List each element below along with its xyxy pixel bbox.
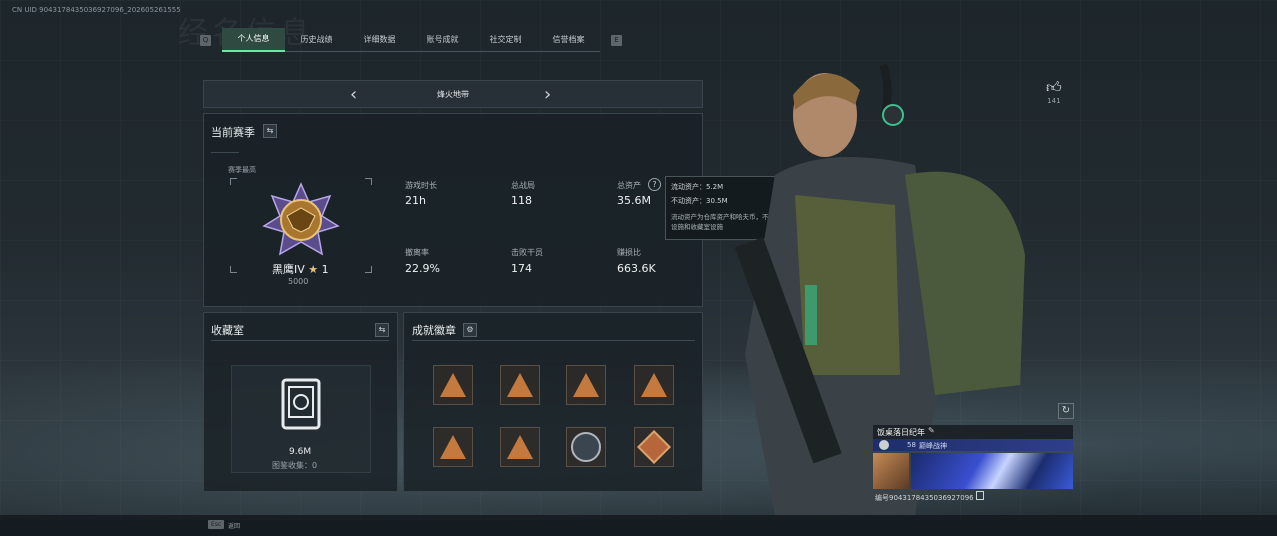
stat-label: 游戏时长 (405, 181, 437, 190)
tab-history[interactable]: 历史战绩 (285, 29, 348, 52)
triangle-badge-icon (573, 373, 599, 397)
like-count: 141 (1047, 97, 1061, 105)
triangle-badge-icon (440, 435, 466, 459)
card-header: 饭桌落日纪年 ✎ (873, 425, 1073, 439)
tab-achievements[interactable]: 账号成就 (411, 29, 474, 52)
tab-social[interactable]: 社交定制 (474, 29, 537, 52)
help-icon[interactable]: ? (648, 178, 661, 191)
badges-title: 成就徽章 (412, 324, 456, 337)
achievement-badge[interactable] (433, 427, 473, 467)
star-icon: ★ (308, 263, 319, 276)
like-button[interactable]: 👍︎ 141 (1046, 78, 1062, 105)
mode-selector: ‹ 烽火地带 › (203, 80, 703, 108)
stat-label: 总战局 (511, 181, 535, 190)
next-tab-key[interactable]: E (611, 34, 622, 46)
triangle-badge-icon (507, 435, 533, 459)
achievement-badge[interactable] (566, 427, 606, 467)
triangle-badge-icon (507, 373, 533, 397)
display-case-icon (281, 378, 321, 430)
player-name: 饭桌落日纪年 (877, 428, 925, 437)
achievement-badge[interactable] (634, 427, 674, 467)
stat-label: 总资产 (617, 181, 641, 190)
rank-points: 5000 (288, 277, 309, 286)
achievement-badge[interactable] (433, 365, 473, 405)
banner-image (911, 453, 1073, 489)
triangle-badge-icon (641, 373, 667, 397)
tab-reputation[interactable]: 信誉档案 (537, 29, 600, 52)
stat-value: 663.6K (617, 262, 656, 275)
mode-name: 烽火地带 (437, 90, 469, 99)
settings-icon[interactable]: ⚙ (463, 323, 477, 337)
thumbs-up-icon: 👍︎ (1046, 78, 1062, 96)
uid-text: CN UID 9043178435036927096_202605261555 (12, 6, 181, 14)
prev-tab-key[interactable]: Q (200, 34, 211, 46)
stat-label: 撤离率 (405, 248, 429, 257)
rank-name: 黑鹰IV ★ 1 (272, 261, 329, 277)
stat-label: 击败干员 (511, 248, 543, 257)
stat-value: 174 (511, 262, 532, 275)
rank-emblem-icon (262, 182, 340, 256)
stat-value: 35.6M (617, 194, 651, 207)
divider (211, 152, 239, 153)
frame-corner (230, 266, 237, 273)
bottom-bar: Esc 返回 (0, 515, 1277, 536)
avatar (873, 453, 909, 489)
frame-corner (365, 178, 372, 185)
refresh-icon[interactable]: ↻ (1058, 403, 1074, 419)
stat-value: 118 (511, 194, 532, 207)
tab-bar: Q 个人信息 历史战绩 详细数据 账号成就 社交定制 信誉档案 E (200, 28, 622, 52)
level-strip: 58 巅峰战神 (873, 439, 1073, 451)
edit-icon[interactable]: ✎ (928, 426, 935, 435)
season-highest-label: 赛季最高 (228, 166, 256, 174)
achievement-badge[interactable] (500, 365, 540, 405)
player-card[interactable]: 饭桌落日纪年 ✎ 58 巅峰战神 编号9043178435036927096 (873, 425, 1073, 507)
tab-details[interactable]: 详细数据 (348, 29, 411, 52)
tab-personal-info[interactable]: 个人信息 (222, 28, 285, 52)
rank-title: 黑鹰IV (272, 263, 305, 276)
diamond-badge-icon (637, 430, 671, 464)
level-value: 58 (907, 441, 916, 449)
collection-title: 收藏室 (211, 324, 244, 337)
frame-corner (365, 266, 372, 273)
triangle-badge-icon (440, 373, 466, 397)
divider (412, 340, 695, 341)
circle-badge-icon (571, 432, 601, 462)
season-title: 当前赛季 (211, 126, 255, 139)
back-label[interactable]: 返回 (228, 521, 240, 530)
stat-value: 21h (405, 194, 426, 207)
achievement-badge[interactable] (500, 427, 540, 467)
stat-label: 赚损比 (617, 248, 641, 257)
achievement-badge[interactable] (634, 365, 674, 405)
esc-key[interactable]: Esc (208, 520, 225, 529)
copy-icon[interactable] (975, 491, 984, 500)
level-label: 巅峰战神 (919, 442, 947, 450)
swap-icon[interactable]: ⇆ (375, 323, 389, 337)
rank-stars: 1 (321, 263, 329, 276)
divider (211, 340, 389, 341)
achievement-badge[interactable] (566, 365, 606, 405)
frame-corner (230, 178, 237, 185)
collection-count: 图鉴收集：0 (272, 461, 318, 470)
player-id-text: 编号9043178435036927096 (875, 494, 974, 502)
stat-value: 22.9% (405, 262, 440, 275)
swap-icon[interactable]: ⇆ (263, 124, 277, 138)
chevron-right-icon[interactable]: › (544, 84, 551, 105)
collection-value: 9.6M (289, 447, 312, 457)
player-id: 编号9043178435036927096 (875, 491, 984, 503)
level-icon (879, 440, 889, 450)
